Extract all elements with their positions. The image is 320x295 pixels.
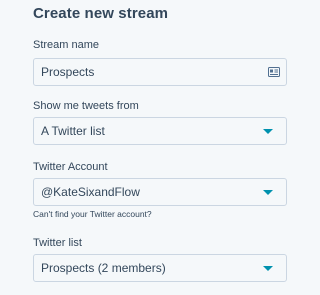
tweets-source-value: A Twitter list	[41, 124, 105, 138]
twitter-account-select[interactable]: @KateSixandFlow	[33, 178, 287, 206]
create-stream-panel: Create new stream Stream name Prospects …	[0, 0, 300, 295]
contact-card-icon	[268, 67, 280, 77]
chevron-down-icon	[263, 189, 273, 195]
twitter-account-value: @KateSixandFlow	[41, 185, 140, 199]
twitter-list-label: Twitter list	[33, 237, 82, 249]
chevron-down-icon	[263, 265, 273, 271]
twitter-account-label: Twitter Account	[33, 161, 108, 173]
chevron-down-icon	[263, 128, 273, 134]
tweets-source-select[interactable]: A Twitter list	[33, 117, 287, 145]
twitter-list-value: Prospects (2 members)	[41, 261, 166, 275]
stream-name-value: Prospects	[41, 65, 95, 79]
panel-title: Create new stream	[33, 5, 169, 22]
stream-name-label: Stream name	[33, 39, 100, 51]
tweets-source-label: Show me tweets from	[33, 100, 139, 112]
stream-name-input[interactable]: Prospects	[33, 58, 287, 86]
twitter-list-select[interactable]: Prospects (2 members)	[33, 254, 287, 282]
twitter-account-help-link[interactable]: Can't find your Twitter account?	[33, 209, 152, 219]
